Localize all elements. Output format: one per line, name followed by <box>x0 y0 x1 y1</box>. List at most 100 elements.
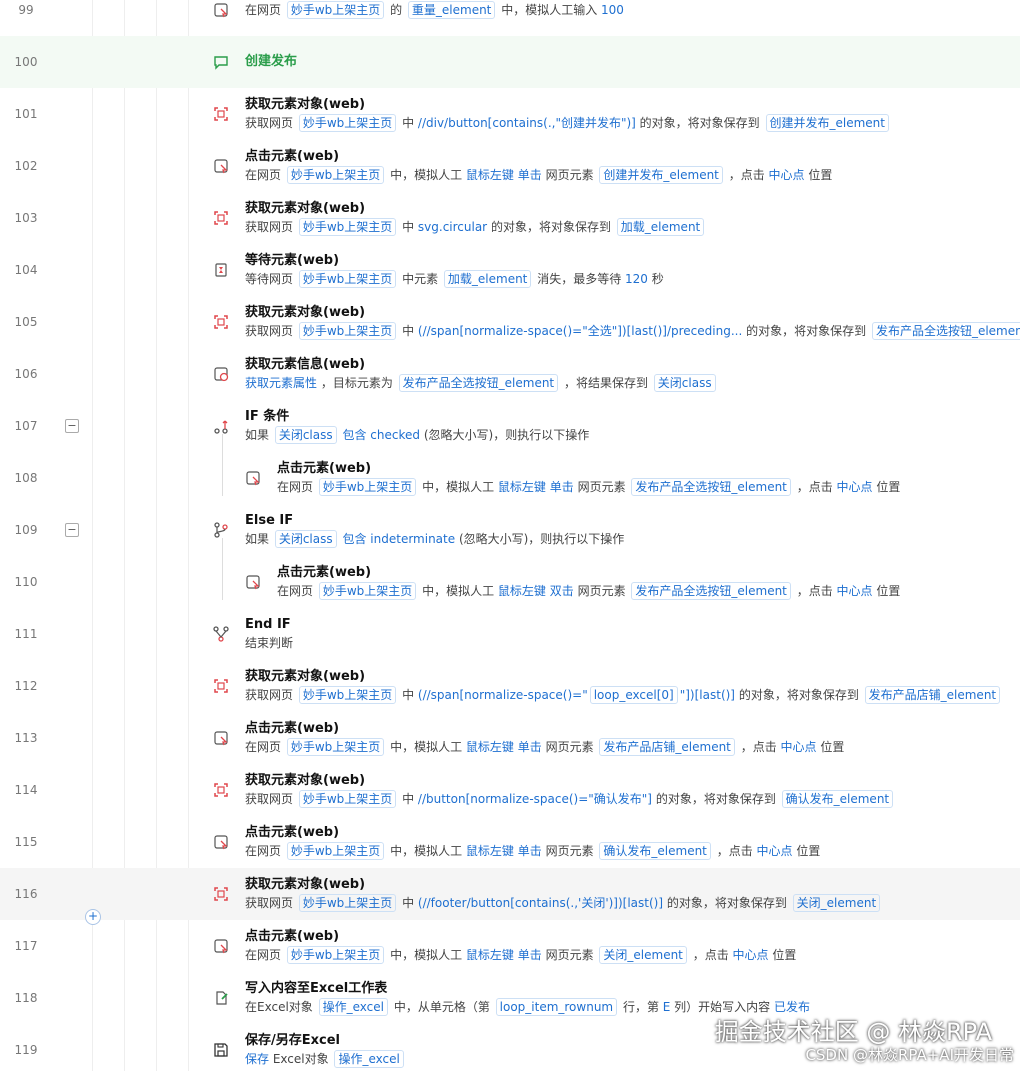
flow-step-row[interactable]: 100 创建发布 <box>0 36 1020 88</box>
variable-tag[interactable]: 妙手wb上架主页 <box>298 218 397 236</box>
variable-tag[interactable]: 妙手wb上架主页 <box>298 894 397 912</box>
param-value[interactable]: 中心点 <box>837 480 873 494</box>
variable-tag[interactable]: 妙手wb上架主页 <box>286 1 385 19</box>
param-value[interactable]: //button[normalize-space()="确认发布"] <box>418 792 652 806</box>
variable-tag[interactable]: 妙手wb上架主页 <box>298 790 397 808</box>
desc-text: 消失，最多等待 <box>533 272 626 286</box>
variable-tag[interactable]: 发布产品店铺_element <box>864 686 1001 704</box>
flow-step-row[interactable]: 99 在网页 妙手wb上架主页 的 重量_element 中，模拟人工输入 100 <box>0 0 1020 36</box>
param-value[interactable]: 包含 <box>342 428 366 442</box>
param-value[interactable]: 鼠标左键 <box>498 480 546 494</box>
line-number: 113 <box>14 731 38 745</box>
param-value[interactable]: indeterminate <box>370 532 455 546</box>
param-value[interactable]: "])[last()] <box>680 688 735 702</box>
line-number: 106 <box>14 367 38 381</box>
variable-tag[interactable]: 创建并发布_element <box>599 166 723 184</box>
variable-tag[interactable]: 关闭class <box>274 426 337 444</box>
param-value[interactable]: 鼠标左键 <box>466 948 514 962</box>
param-value[interactable]: 单击 <box>518 168 542 182</box>
variable-tag[interactable]: 妙手wb上架主页 <box>298 686 397 704</box>
param-value[interactable]: 鼠标左键 <box>466 168 514 182</box>
variable-tag[interactable]: 妙手wb上架主页 <box>286 842 385 860</box>
flow-step-row[interactable]: 104 等待元素(web) 等待网页 妙手wb上架主页 中元素 加载_element… <box>0 244 1020 296</box>
variable-tag[interactable]: 操作_excel <box>334 1050 404 1068</box>
variable-tag[interactable]: loop_item_rownum <box>495 998 618 1016</box>
flow-step-row[interactable]: 101 获取元素对象(web) 获取网页 妙手wb上架主页 中 //div/butt… <box>0 88 1020 140</box>
flow-step-row[interactable]: 105 获取元素对象(web) 获取网页 妙手wb上架主页 中 (//span[no… <box>0 296 1020 348</box>
param-value[interactable]: 获取元素属性 <box>245 376 317 390</box>
variable-tag[interactable]: 发布产品全选按钮_element <box>871 322 1020 340</box>
flow-step-row[interactable]: 116 获取元素对象(web) 获取网页 妙手wb上架主页 中 (//footer/… <box>0 868 1020 920</box>
variable-tag[interactable]: 关闭class <box>274 530 337 548</box>
add-step-button[interactable]: + <box>85 909 101 925</box>
variable-tag[interactable]: 关闭_element <box>792 894 881 912</box>
flow-step-row[interactable]: 110 点击元素(web) 在网页 妙手wb上架主页 中，模拟人工 鼠标左键 双击 … <box>0 556 1020 608</box>
variable-tag[interactable]: 妙手wb上架主页 <box>318 582 417 600</box>
param-value[interactable]: 包含 <box>342 532 366 546</box>
param-value[interactable]: (//span[normalize-space()=" <box>418 688 588 702</box>
param-value[interactable]: svg.circular <box>418 220 487 234</box>
variable-tag[interactable]: 确认发布_element <box>781 790 894 808</box>
variable-tag[interactable]: 重量_element <box>407 1 496 19</box>
param-value[interactable]: 120 <box>625 272 648 286</box>
desc-text: 的对象，将对象保存到 <box>652 792 780 806</box>
flow-step-row[interactable]: 107 − IF 条件 如果 关闭class 包含 checked (忽略大小写)，则… <box>0 400 1020 452</box>
param-value[interactable]: 中心点 <box>837 584 873 598</box>
param-value[interactable]: 100 <box>601 3 624 17</box>
variable-tag[interactable]: 确认发布_element <box>599 842 711 860</box>
param-value[interactable]: (//footer/button[contains(.,'关闭')])[last… <box>418 896 663 910</box>
variable-tag[interactable]: 妙手wb上架主页 <box>286 946 385 964</box>
variable-tag[interactable]: 加载_element <box>443 270 532 288</box>
param-value[interactable]: 中心点 <box>757 844 793 858</box>
variable-tag[interactable]: 加载_element <box>616 218 705 236</box>
variable-tag[interactable]: 发布产品全选按钮_element <box>631 582 791 600</box>
step-description: 在网页 妙手wb上架主页 中，模拟人工 鼠标左键 单击 网页元素 确认发布_el… <box>245 842 1016 860</box>
collapse-toggle[interactable]: − <box>65 419 79 433</box>
variable-tag[interactable]: 发布产品店铺_element <box>599 738 735 756</box>
param-value[interactable]: 单击 <box>518 844 542 858</box>
flow-step-row[interactable]: 109 − Else IF 如果 关闭class 包含 indeterminate (… <box>0 504 1020 556</box>
param-value[interactable]: //div/button[contains(.,"创建并发布")] <box>418 116 636 130</box>
variable-tag[interactable]: 操作_excel <box>318 998 388 1016</box>
param-value[interactable]: 鼠标左键 <box>498 584 546 598</box>
flow-step-row[interactable]: 108 点击元素(web) 在网页 妙手wb上架主页 中，模拟人工 鼠标左键 单击 … <box>0 452 1020 504</box>
variable-tag[interactable]: 妙手wb上架主页 <box>298 114 397 132</box>
variable-tag[interactable]: 妙手wb上架主页 <box>298 270 397 288</box>
collapse-toggle[interactable]: − <box>65 523 79 537</box>
variable-tag[interactable]: 发布产品全选按钮_element <box>398 374 559 392</box>
param-value[interactable]: 保存 <box>245 1052 269 1066</box>
flow-step-row[interactable]: 112 获取元素对象(web) 获取网页 妙手wb上架主页 中 (//span[no… <box>0 660 1020 712</box>
param-value[interactable]: 单击 <box>550 480 574 494</box>
param-value[interactable]: 鼠标左键 <box>466 844 514 858</box>
flow-step-row[interactable]: 103 获取元素对象(web) 获取网页 妙手wb上架主页 中 svg.circul… <box>0 192 1020 244</box>
variable-tag[interactable]: 创建并发布_element <box>765 114 889 132</box>
step-description: 等待网页 妙手wb上架主页 中元素 加载_element 消失，最多等待 120… <box>245 270 1016 288</box>
variable-tag[interactable]: 关闭class <box>653 374 716 392</box>
param-value[interactable]: 鼠标左键 <box>466 740 514 754</box>
param-value[interactable]: checked <box>370 428 420 442</box>
flow-step-row[interactable]: 102 点击元素(web) 在网页 妙手wb上架主页 中，模拟人工 鼠标左键 单击 … <box>0 140 1020 192</box>
flow-step-row[interactable]: 115 点击元素(web) 在网页 妙手wb上架主页 中，模拟人工 鼠标左键 单击 … <box>0 816 1020 868</box>
variable-tag[interactable]: 妙手wb上架主页 <box>286 738 385 756</box>
param-value[interactable]: 双击 <box>550 584 574 598</box>
wait-icon <box>213 262 229 278</box>
variable-tag[interactable]: 关闭_element <box>599 946 687 964</box>
flow-step-row[interactable]: 117 点击元素(web) 在网页 妙手wb上架主页 中，模拟人工 鼠标左键 单击 … <box>0 920 1020 972</box>
flow-step-row[interactable]: 114 获取元素对象(web) 获取网页 妙手wb上架主页 中 //button[n… <box>0 764 1020 816</box>
variable-tag[interactable]: 妙手wb上架主页 <box>286 166 385 184</box>
flow-step-row[interactable]: 106 获取元素信息(web) 获取元素属性 ，目标元素为 发布产品全选按钮_ele… <box>0 348 1020 400</box>
param-value[interactable]: (//span[normalize-space()="全选"])[last()]… <box>418 324 742 338</box>
save-icon <box>213 1042 229 1058</box>
param-value[interactable]: 中心点 <box>769 168 805 182</box>
line-number: 114 <box>14 783 38 797</box>
variable-tag[interactable]: loop_excel[0] <box>589 686 678 704</box>
param-value[interactable]: 单击 <box>518 740 542 754</box>
variable-tag[interactable]: 妙手wb上架主页 <box>318 478 417 496</box>
flow-step-row[interactable]: 113 点击元素(web) 在网页 妙手wb上架主页 中，模拟人工 鼠标左键 单击 … <box>0 712 1020 764</box>
variable-tag[interactable]: 发布产品全选按钮_element <box>631 478 791 496</box>
param-value[interactable]: 中心点 <box>781 740 817 754</box>
param-value[interactable]: 单击 <box>518 948 542 962</box>
flow-step-row[interactable]: 111 End IF 结束判断 <box>0 608 1020 660</box>
variable-tag[interactable]: 妙手wb上架主页 <box>298 322 397 340</box>
param-value[interactable]: 中心点 <box>733 948 769 962</box>
